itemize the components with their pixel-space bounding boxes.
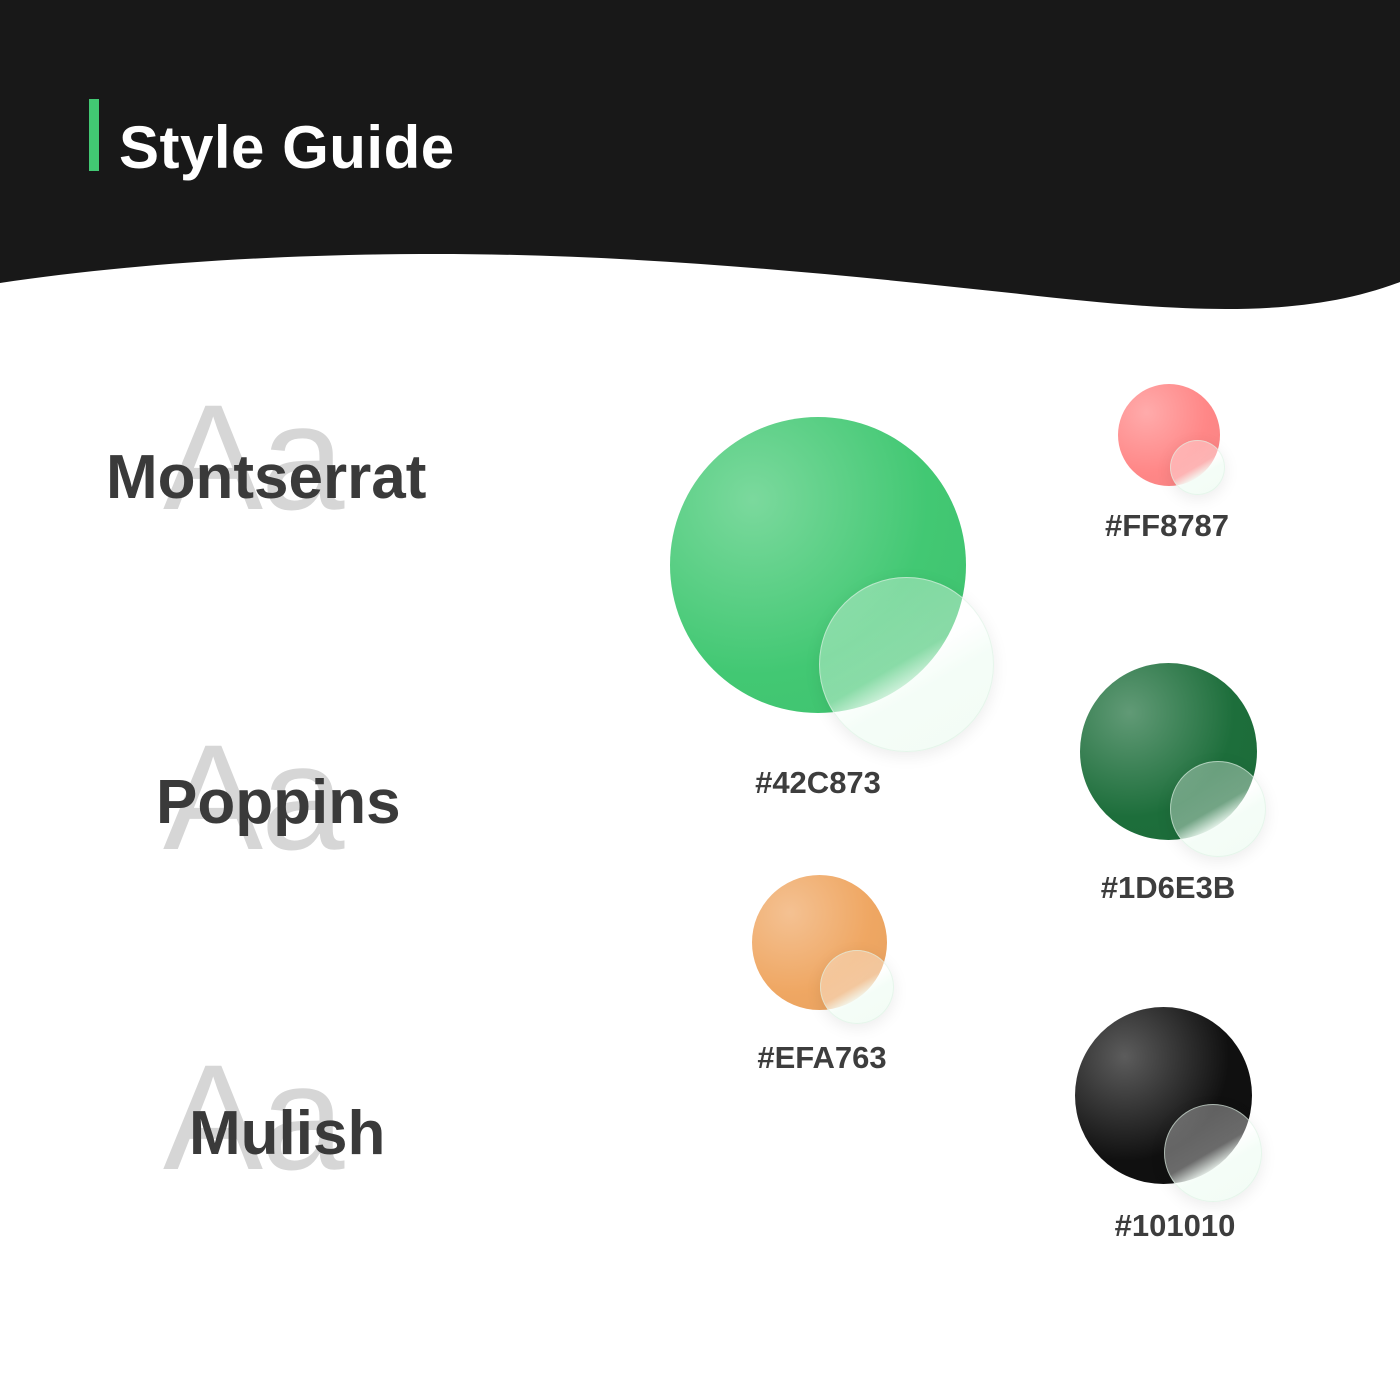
- title-accent-bar: [89, 99, 99, 171]
- page-title: Style Guide: [119, 114, 455, 181]
- color-swatch-hex-label: #FF8787: [1104, 508, 1230, 543]
- color-swatch-glass-overlay: [1170, 761, 1266, 857]
- color-swatch-hex-label: #EFA763: [757, 1040, 887, 1075]
- font-sample-name: Montserrat: [106, 443, 427, 512]
- color-swatch-glass-overlay: [1164, 1104, 1262, 1202]
- color-swatch-glass-overlay: [820, 950, 894, 1024]
- color-swatch-glass-overlay: [1170, 440, 1225, 495]
- color-swatch-hex-label: #42C873: [755, 765, 881, 800]
- color-swatch-hex-label: #1D6E3B: [1100, 870, 1236, 905]
- font-sample-name: Mulish: [189, 1099, 386, 1168]
- color-swatch-hex-label: #101010: [1114, 1208, 1236, 1243]
- color-swatch-glass-overlay: [819, 577, 994, 752]
- font-sample-name: Poppins: [156, 768, 401, 837]
